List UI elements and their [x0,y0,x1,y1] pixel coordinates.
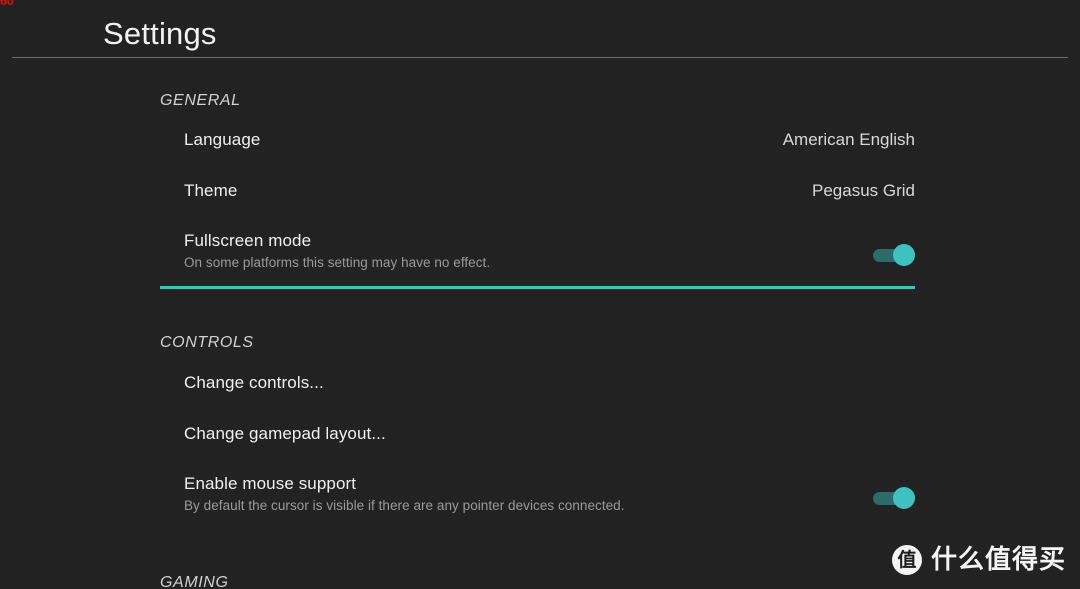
fps-counter-overlay: 60 [0,0,14,8]
settings-row-label: Enable mouse support [184,474,357,493]
settings-row-note: By default the cursor is visible if ther… [184,498,625,513]
page-title: Settings [103,16,217,51]
watermark-text: 什么值得买 [930,545,1066,575]
settings-row-change-gamepad-layout[interactable]: Change gamepad layout... [160,424,915,448]
section-header-gaming: GAMING [160,574,229,589]
toggle-knob [893,244,915,266]
settings-row-value-language[interactable]: American English [783,130,915,150]
settings-row-label: Language [184,130,261,149]
section-header-general: GENERAL [160,92,241,109]
settings-row-enable-mouse-support[interactable]: Enable mouse support By default the curs… [160,474,915,522]
section-header-controls: CONTROLS [160,334,254,351]
settings-row-label: Change gamepad layout... [184,424,386,443]
settings-row-label: Theme [184,181,238,200]
settings-row-change-controls[interactable]: Change controls... [160,373,915,397]
settings-row-note: On some platforms this setting may have … [184,255,491,270]
settings-scroll-area[interactable]: GENERAL Language American English Theme … [0,59,1080,589]
settings-row-label: Fullscreen mode [184,231,312,250]
toggle-fullscreen-mode[interactable] [873,244,915,266]
toggle-knob [893,487,915,509]
settings-row-label: Change controls... [184,373,324,392]
settings-row-theme[interactable]: Theme Pegasus Grid [160,181,915,205]
toggle-enable-mouse-support[interactable] [873,487,915,509]
watermark-logo-icon: 值 [891,545,922,575]
page-header: Settings [0,0,1080,59]
header-divider [12,57,1068,58]
settings-row-fullscreen-mode[interactable]: Fullscreen mode On some platforms this s… [160,231,915,279]
watermark: 值 什么值得买 [891,545,1066,575]
selection-underline [160,286,915,289]
settings-row-value-theme[interactable]: Pegasus Grid [812,181,915,201]
settings-row-language[interactable]: Language American English [160,130,915,154]
